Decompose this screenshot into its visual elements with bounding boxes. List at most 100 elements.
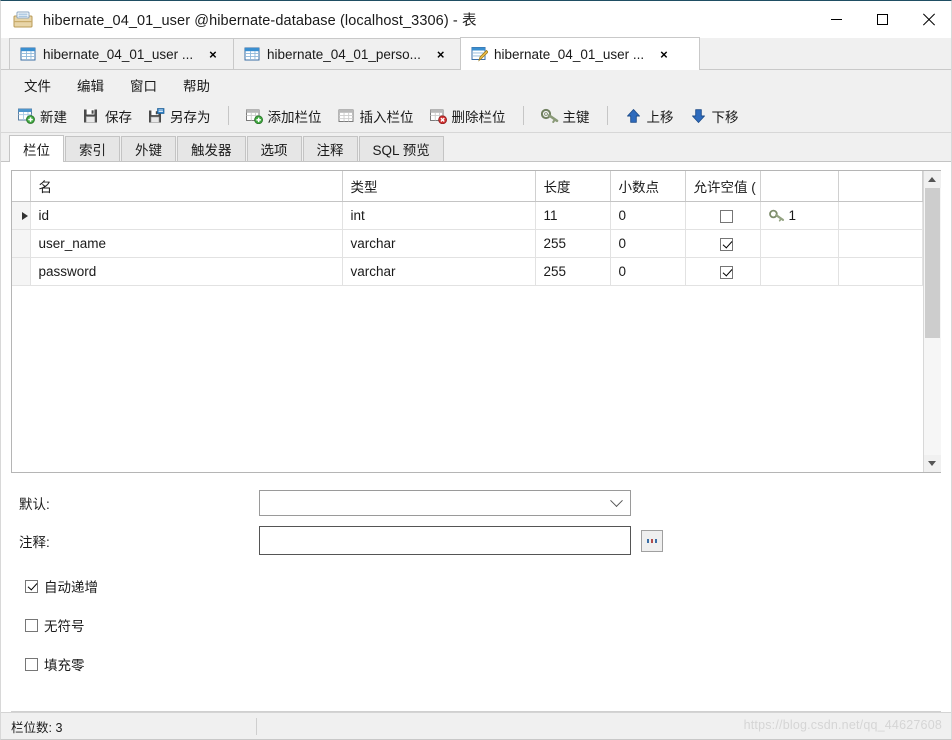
toolbar-separator	[227, 106, 229, 125]
chevron-up-icon	[928, 177, 936, 182]
cell-field-decimals[interactable]: 0	[610, 201, 686, 230]
arrow-down-icon	[690, 108, 707, 124]
cell-field-length[interactable]: 255	[535, 257, 611, 286]
tab-hibernate-person-data[interactable]: hibernate_04_01_perso... ×	[233, 38, 461, 69]
nullable-checkbox[interactable]	[720, 237, 733, 251]
comment-editor-button[interactable]	[641, 529, 663, 552]
cell-field-type[interactable]: varchar	[342, 257, 536, 286]
scrollbar-thumb[interactable]	[924, 188, 940, 338]
tab-foreign-keys[interactable]: 外键	[121, 136, 176, 161]
zerofill-row[interactable]: 填充零	[25, 654, 951, 674]
cell-field-type[interactable]: int	[342, 201, 536, 230]
column-header-length[interactable]: 长度	[535, 171, 611, 202]
cell-field-key[interactable]	[760, 257, 839, 286]
cell-field-nullable[interactable]	[685, 201, 761, 230]
fields-grid-body: 名 类型 长度 小数点 允许空值 ( id int 11 0 1 user_na…	[12, 171, 923, 472]
unsigned-checkbox[interactable]	[25, 618, 38, 632]
scrollbar-track[interactable]	[923, 188, 941, 455]
move-down-button[interactable]: 下移	[682, 102, 747, 130]
menu-help[interactable]: 帮助	[170, 71, 223, 99]
add-field-icon	[245, 108, 263, 124]
column-header-name[interactable]: 名	[30, 171, 343, 202]
cell-field-type[interactable]: varchar	[342, 229, 536, 258]
auto-increment-row[interactable]: 自动递增	[25, 576, 951, 596]
table-design-icon	[471, 46, 489, 62]
toolbar-label: 删除栏位	[451, 109, 506, 125]
maximize-button[interactable]	[859, 1, 905, 37]
toolbar-label: 上移	[646, 109, 674, 125]
cell-field-nullable[interactable]	[685, 229, 761, 258]
delete-field-icon	[429, 108, 447, 124]
zerofill-label: 填充零	[44, 658, 85, 673]
save-as-button[interactable]: 另存为	[140, 102, 219, 130]
designer-tabs: 栏位 索引 外键 触发器 选项 注释 SQL 预览	[1, 133, 951, 162]
nullable-checkbox[interactable]	[720, 265, 733, 279]
status-divider	[256, 717, 257, 735]
minimize-button[interactable]	[813, 1, 859, 37]
toolbar-label: 新建	[40, 109, 67, 125]
tab-fields[interactable]: 栏位	[9, 135, 64, 162]
cell-field-key[interactable]	[760, 229, 839, 258]
cell-field-name[interactable]: password	[30, 257, 343, 286]
menu-window[interactable]: 窗口	[117, 71, 170, 99]
column-header-type[interactable]: 类型	[342, 171, 536, 202]
table-row[interactable]: password varchar 255 0	[12, 257, 923, 286]
insert-field-button[interactable]: 插入栏位	[330, 102, 422, 130]
tab-close-icon[interactable]: ×	[207, 48, 219, 61]
window-controls	[813, 1, 951, 37]
maximize-icon	[876, 13, 888, 25]
cell-field-nullable[interactable]	[685, 257, 761, 286]
scroll-down-button[interactable]	[923, 455, 941, 472]
toolbar-label: 另存为	[170, 109, 211, 125]
toolbar-label: 保存	[105, 109, 132, 125]
add-field-button[interactable]: 添加栏位	[238, 102, 330, 130]
grid-vertical-scrollbar[interactable]	[923, 171, 941, 472]
fields-grid: 名 类型 长度 小数点 允许空值 ( id int 11 0 1 user_na…	[11, 170, 941, 473]
cell-field-name[interactable]: user_name	[30, 229, 343, 258]
menu-edit[interactable]: 编辑	[64, 71, 117, 99]
cell-field-decimals[interactable]: 0	[610, 229, 686, 258]
tab-hibernate-user-design[interactable]: hibernate_04_01_user ... ×	[460, 37, 700, 70]
tab-label: hibernate_04_01_user ...	[43, 46, 194, 62]
scroll-up-button[interactable]	[923, 171, 941, 188]
nullable-checkbox[interactable]	[720, 209, 733, 223]
tab-indexes[interactable]: 索引	[65, 136, 120, 161]
row-indicator	[12, 257, 31, 286]
field-count-status: 栏位数: 3	[11, 720, 63, 735]
column-header-key[interactable]	[760, 171, 839, 202]
cell-field-key[interactable]: 1	[760, 201, 839, 230]
table-row[interactable]: user_name varchar 255 0	[12, 229, 923, 258]
toolbar-label: 添加栏位	[267, 109, 322, 125]
arrow-up-icon	[625, 108, 642, 124]
default-value-combobox[interactable]	[259, 490, 631, 516]
move-up-button[interactable]: 上移	[617, 102, 682, 130]
tab-comment[interactable]: 注释	[302, 136, 358, 161]
delete-field-button[interactable]: 删除栏位	[422, 102, 514, 130]
grid-header-row: 名 类型 长度 小数点 允许空值 (	[12, 171, 923, 202]
primary-key-button[interactable]: 主键	[533, 102, 598, 130]
tab-options[interactable]: 选项	[246, 136, 302, 161]
tab-close-icon[interactable]: ×	[658, 48, 670, 61]
tab-triggers[interactable]: 触发器	[177, 136, 246, 161]
auto-increment-checkbox[interactable]	[25, 579, 38, 593]
zerofill-checkbox[interactable]	[25, 657, 38, 671]
tab-sql-preview[interactable]: SQL 预览	[358, 136, 444, 161]
column-header-decimals[interactable]: 小数点	[610, 171, 686, 202]
cell-field-length[interactable]: 255	[535, 229, 611, 258]
cell-field-name[interactable]: id	[30, 201, 343, 230]
new-button[interactable]: 新建	[10, 102, 75, 130]
close-button[interactable]	[905, 1, 951, 37]
cell-field-length[interactable]: 11	[535, 201, 611, 230]
tab-hibernate-user-data[interactable]: hibernate_04_01_user ... ×	[9, 38, 234, 69]
table-row[interactable]: id int 11 0 1	[12, 201, 923, 230]
menu-file[interactable]: 文件	[11, 71, 64, 99]
cell-field-decimals[interactable]: 0	[610, 257, 686, 286]
default-value-row: 默认:	[19, 490, 951, 516]
toolbar-label: 插入栏位	[359, 109, 414, 125]
column-header-nullable[interactable]: 允许空值 (	[685, 171, 761, 202]
table-icon	[20, 46, 36, 62]
save-button[interactable]: 保存	[75, 102, 140, 130]
comment-input[interactable]	[259, 526, 631, 555]
unsigned-row[interactable]: 无符号	[25, 615, 951, 635]
tab-close-icon[interactable]: ×	[435, 48, 447, 61]
